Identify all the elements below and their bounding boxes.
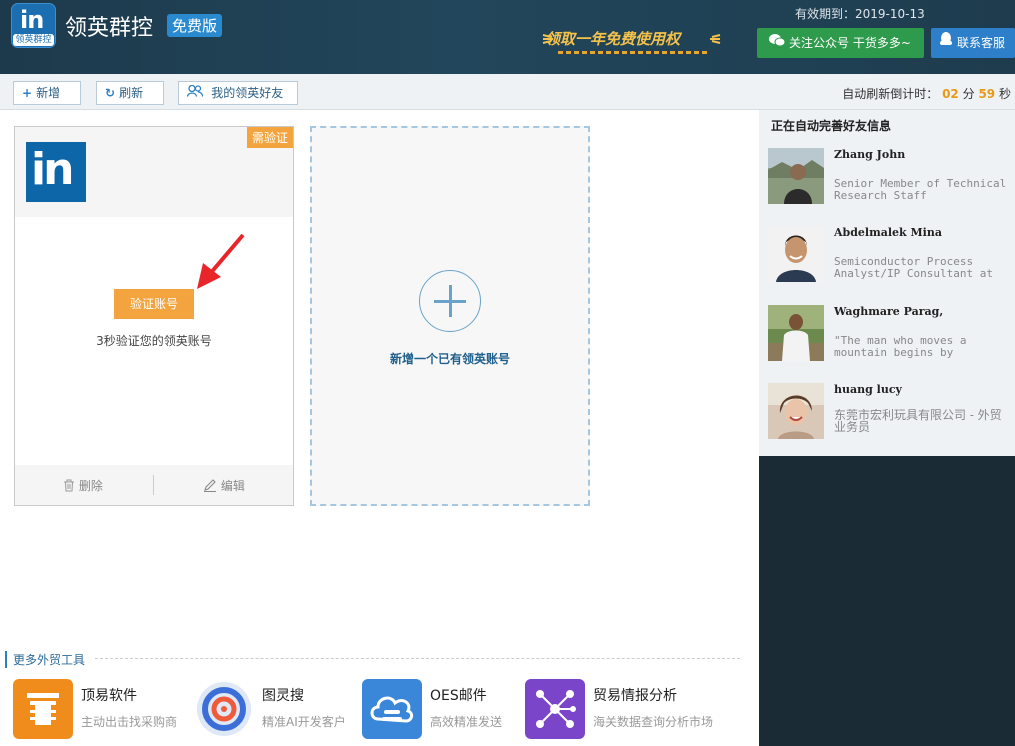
avatar [768, 148, 824, 204]
network-icon [525, 679, 585, 739]
friend-name: Waghmare Parag, [834, 305, 944, 318]
tool-name: 图灵搜 [262, 688, 304, 704]
toolbar: + 新增 ↻ 刷新 我的领英好友 自动刷新倒计时： 02 分 59 秒 [0, 74, 1015, 110]
tool-name: OES邮件 [430, 688, 487, 704]
friend-info-panel: 正在自动完善好友信息 Zhang John Senior Member of T… [759, 110, 1015, 746]
app-title: 领英群控 [65, 16, 154, 41]
promo-right-mark-icon [710, 34, 721, 44]
wechat-follow-label: 关注公众号 干货多多~ [789, 36, 911, 50]
logo-caption: 领英群控 [13, 34, 54, 46]
delete-label: 删除 [78, 479, 103, 493]
qq-icon [939, 28, 953, 58]
friend-name: huang lucy [834, 383, 902, 396]
refresh-countdown: 自动刷新倒计时： 02 分 59 秒 [842, 85, 1011, 102]
friend-name: Abdelmalek Mina [834, 226, 942, 239]
my-friends-button[interactable]: 我的领英好友 [178, 81, 298, 105]
wechat-follow-button[interactable]: 关注公众号 干货多多~ [757, 28, 924, 58]
promo-underline [558, 51, 708, 54]
friend-info-list: 正在自动完善好友信息 Zhang John Senior Member of T… [759, 110, 1015, 456]
main-area: in 需验证 验证账号 3秒验证您的领英账号 删除 编辑 新增一个已有领英账号 … [0, 110, 759, 746]
countdown-minute-unit: 分 [962, 87, 975, 101]
expiry-date: 有效期到：2019-10-13 [795, 7, 925, 21]
countdown-seconds: 59 [978, 87, 996, 101]
add-circle-icon [419, 270, 481, 332]
add-account-label: 新增一个已有领英账号 [389, 352, 510, 366]
tool-desc: 海关数据查询分析市场 [593, 715, 714, 729]
countdown-minutes: 02 [942, 87, 959, 101]
pencil-icon [203, 479, 221, 493]
friend-item[interactable]: Abdelmalek Mina Semiconductor Process An… [768, 226, 1013, 282]
avatar [768, 305, 824, 361]
status-badge: 需验证 [246, 127, 293, 148]
target-icon [194, 679, 254, 739]
refresh-icon: ↻ [105, 86, 116, 100]
contact-service-label: 联系客服 [957, 36, 1006, 50]
pillar-icon [13, 679, 73, 739]
avatar [768, 226, 824, 282]
contact-service-button[interactable]: 联系客服 [931, 28, 1015, 58]
delete-button[interactable]: 删除 [63, 477, 103, 494]
add-account-card[interactable]: 新增一个已有领英账号 [310, 126, 590, 506]
account-card-actions: 删除 编辑 [15, 465, 293, 505]
friend-item[interactable]: Zhang John Senior Member of Technical Re… [768, 148, 1013, 204]
friend-item[interactable]: huang lucy 东莞市宏利玩具有限公司 - 外贸业务员 [768, 383, 1013, 439]
more-tools-divider [95, 658, 740, 659]
tool-desc: 主动出击找采购商 [81, 715, 178, 729]
logo-text: in [20, 6, 44, 34]
edition-badge: 免费版 [167, 14, 223, 37]
app-header: in 领英群控 领英群控 免费版 领取一年免费使用权 有效期到：2019-10-… [0, 0, 1015, 74]
verify-account-button[interactable]: 验证账号 [114, 289, 194, 319]
friend-name: Zhang John [834, 148, 906, 161]
wechat-icon [769, 28, 786, 58]
users-icon [186, 84, 207, 100]
linkedin-logo-icon: in [26, 142, 86, 202]
tool-name: 贸易情报分析 [593, 688, 677, 704]
refresh-label: 刷新 [119, 86, 144, 100]
verify-tip: 3秒验证您的领英账号 [96, 334, 212, 348]
trash-icon [63, 479, 79, 493]
tool-name: 顶易软件 [81, 688, 137, 704]
friend-desc: "The man who moves a mountain begins by [834, 335, 967, 359]
cloud-mail-icon [362, 679, 422, 739]
add-button[interactable]: + 新增 [13, 81, 81, 105]
add-label: 新增 [36, 86, 61, 100]
edit-button[interactable]: 编辑 [203, 477, 245, 494]
friend-desc: 东莞市宏利玩具有限公司 - 外贸业务员 [834, 409, 1002, 434]
friend-panel-title: 正在自动完善好友信息 [771, 119, 892, 133]
promo-link[interactable]: 领取一年免费使用权 [545, 28, 680, 49]
friend-desc: Senior Member of Technical Research Staf… [834, 178, 1007, 202]
edit-label: 编辑 [220, 479, 245, 493]
avatar [768, 383, 824, 439]
action-divider [153, 475, 154, 495]
my-friends-label: 我的领英好友 [211, 86, 284, 100]
tool-desc: 高效精准发送 [430, 715, 503, 729]
app-logo: in 领英群控 [11, 3, 56, 48]
countdown-second-unit: 秒 [998, 87, 1011, 101]
arrow-pointer-icon [197, 233, 245, 289]
plus-icon: + [22, 86, 33, 100]
refresh-button[interactable]: ↻ 刷新 [96, 81, 164, 105]
friend-item[interactable]: Waghmare Parag, "The man who moves a mou… [768, 305, 1013, 361]
countdown-prefix: 自动刷新倒计时： [842, 87, 939, 101]
account-card: in 需验证 验证账号 3秒验证您的领英账号 删除 编辑 [14, 126, 294, 506]
tool-desc: 精准AI开发客户 [262, 715, 346, 729]
more-tools-title: 更多外贸工具 [5, 651, 85, 668]
friend-desc: Semiconductor Process Analyst/IP Consult… [834, 256, 993, 280]
